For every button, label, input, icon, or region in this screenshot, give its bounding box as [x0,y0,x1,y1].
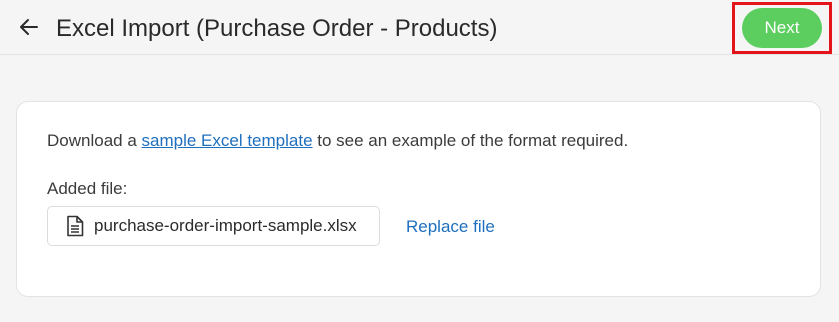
intro-suffix: to see an example of the format required… [312,131,629,150]
file-name: purchase-order-import-sample.xlsx [94,216,357,235]
arrow-left-icon [20,19,38,35]
added-file-chip: purchase-order-import-sample.xlsx [47,206,380,246]
header-bar: Excel Import (Purchase Order - Products)… [0,0,839,55]
added-file-label: Added file: [47,179,128,198]
next-button[interactable]: Next [742,8,822,48]
import-card: Download a sample Excel template to see … [16,101,821,297]
intro-prefix: Download a [47,131,142,150]
replace-file-link[interactable]: Replace file [406,216,495,238]
page-title: Excel Import (Purchase Order - Products) [56,15,498,42]
document-icon [66,215,86,237]
back-button[interactable] [15,13,43,41]
sample-template-link[interactable]: sample Excel template [142,131,313,150]
template-instructions: Download a sample Excel template to see … [47,130,628,152]
